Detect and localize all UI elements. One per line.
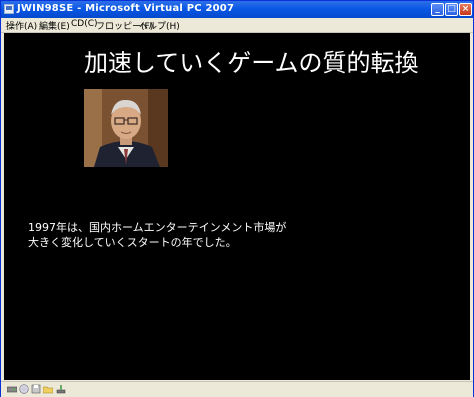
status-bar <box>1 381 473 397</box>
portrait-image <box>84 89 168 167</box>
body-line-2: 大きく変化していくスタートの年でした。 <box>28 236 237 249</box>
slide-body: 1997年は、国内ホームエンターテインメント市場が 大きく変化していくスタートの… <box>28 220 286 250</box>
app-icon[interactable] <box>4 4 14 14</box>
floppy-icon[interactable] <box>31 384 41 394</box>
menu-bar: 操作(A) 編集(E) CD(C) フロッピー(F) ヘルプ(H) <box>1 18 473 33</box>
guest-screen[interactable]: 加速していくゲームの質的転換 1997年は、国内ホームエンターテインメント市場が <box>4 33 470 380</box>
title-bar[interactable]: JWIN98SE - Microsoft Virtual PC 2007 _ □… <box>1 1 473 18</box>
maximize-button[interactable]: □ <box>445 3 458 16</box>
folder-icon[interactable] <box>43 384 53 394</box>
menu-edit[interactable]: 編集(E) <box>39 19 70 32</box>
network-icon[interactable] <box>56 384 66 394</box>
portrait-photo <box>84 89 168 167</box>
minimize-button[interactable]: _ <box>431 3 444 16</box>
close-button[interactable]: × <box>459 3 472 16</box>
cd-icon[interactable] <box>19 384 29 394</box>
disk-drive-icon[interactable] <box>7 384 17 394</box>
window-title: JWIN98SE - Microsoft Virtual PC 2007 <box>17 3 235 14</box>
slide-title: 加速していくゲームの質的転換 <box>84 49 419 77</box>
menu-action[interactable]: 操作(A) <box>6 19 37 32</box>
vpc-window: JWIN98SE - Microsoft Virtual PC 2007 _ □… <box>0 0 474 397</box>
menu-cd[interactable]: CD(C) <box>71 19 98 29</box>
body-line-1: 1997年は、国内ホームエンターテインメント市場が <box>28 221 287 234</box>
menu-help[interactable]: ヘルプ(H) <box>139 19 180 32</box>
